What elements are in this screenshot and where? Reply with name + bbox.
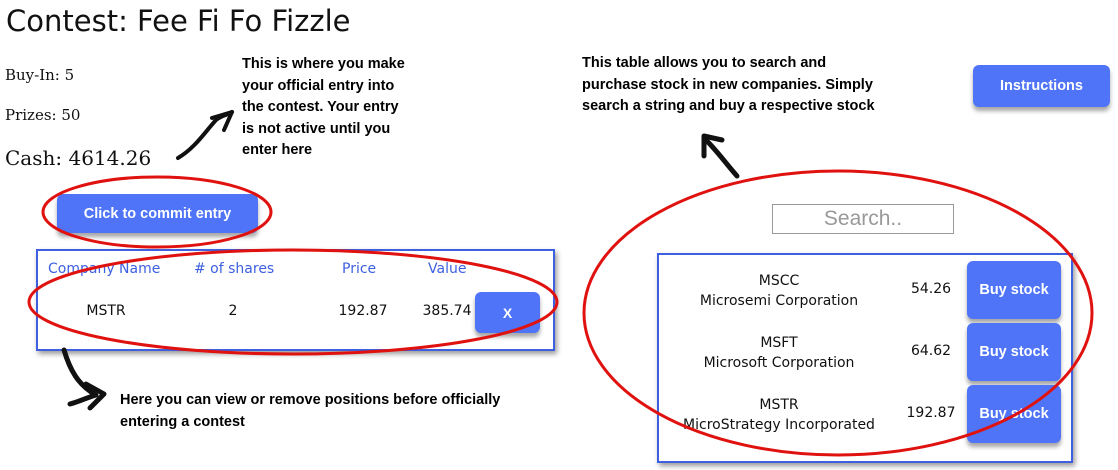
header-price: Price [342, 261, 377, 277]
stock-company: Microsoft Corporation [703, 355, 855, 371]
stock-name: MSFT Microsoft Corporation [669, 333, 889, 373]
search-annotation-line: search a string and buy a respective sto… [582, 98, 875, 114]
entry-annotation-line: your official entry into [242, 77, 395, 94]
list-item: MSCC Microsemi Corporation 54.26 Buy sto… [659, 261, 1069, 323]
row-shares: 2 [228, 303, 238, 319]
positions-annotation: Here you can view or remove positions be… [120, 390, 500, 433]
header-company-name: Company Name [48, 261, 161, 277]
stock-name: MSTR MicroStrategy Incorporated [669, 395, 889, 435]
cash-text: Cash: 4614.26 [5, 146, 152, 170]
buy-in-text: Buy-In: 5 [5, 66, 75, 84]
header-shares: # of shares [194, 261, 275, 277]
stock-company: Microsemi Corporation [699, 293, 859, 309]
search-annotation: This table allows you to search and purc… [582, 53, 875, 118]
row-company: MSTR [86, 303, 126, 319]
entry-annotation-line: This is where you make [242, 56, 405, 72]
row-price: 192.87 [338, 303, 388, 319]
prizes-text: Prizes: 50 [5, 106, 81, 124]
stock-company: MicroStrategy Incorporated [683, 417, 875, 433]
stock-symbol: MSFT [760, 335, 798, 351]
entry-annotation: This is where you make your official ent… [242, 54, 405, 162]
search-results-table: MSCC Microsemi Corporation 54.26 Buy sto… [657, 253, 1073, 463]
commit-entry-button[interactable]: Click to commit entry [57, 194, 258, 233]
entry-annotation-line: enter here [242, 142, 313, 158]
header-value: Value [428, 261, 467, 277]
positions-table: Company Name # of shares Price Value MST… [36, 249, 555, 351]
search-annotation-line: This table allows you to search and [582, 55, 827, 71]
stock-name: MSCC Microsemi Corporation [669, 271, 889, 311]
buy-stock-button[interactable]: Buy stock [967, 385, 1061, 443]
positions-annotation-line: Here you can view or remove positions be… [120, 392, 501, 408]
list-item: MSTR MicroStrategy Incorporated 192.87 B… [659, 385, 1069, 447]
stock-symbol: MSTR [759, 397, 799, 413]
search-annotation-line: purchase stock in new companies. Simply [582, 76, 873, 93]
arrow-positions-icon [61, 347, 107, 411]
instructions-button[interactable]: Instructions [973, 65, 1110, 107]
search-input[interactable] [772, 204, 954, 234]
row-value: 385.74 [422, 303, 472, 319]
list-item: MSFT Microsoft Corporation 64.62 Buy sto… [659, 323, 1069, 385]
entry-annotation-line: is not active until you [242, 120, 391, 137]
arrow-entry-icon [176, 110, 234, 160]
remove-position-button[interactable]: X [475, 292, 540, 333]
arrow-search-icon [701, 133, 740, 179]
buy-stock-button[interactable]: Buy stock [967, 323, 1061, 381]
positions-annotation-line: entering a contest [120, 413, 245, 430]
stock-price: 54.26 [910, 281, 952, 297]
stock-price: 192.87 [906, 405, 956, 421]
page-title: Contest: Fee Fi Fo Fizzle [6, 4, 351, 38]
buy-stock-button[interactable]: Buy stock [967, 261, 1061, 319]
stock-price: 64.62 [910, 343, 952, 359]
entry-annotation-line: the contest. Your entry [242, 99, 399, 115]
stock-symbol: MSCC [758, 273, 800, 289]
table-row: MSTR 2 192.87 385.74 X [38, 291, 553, 335]
